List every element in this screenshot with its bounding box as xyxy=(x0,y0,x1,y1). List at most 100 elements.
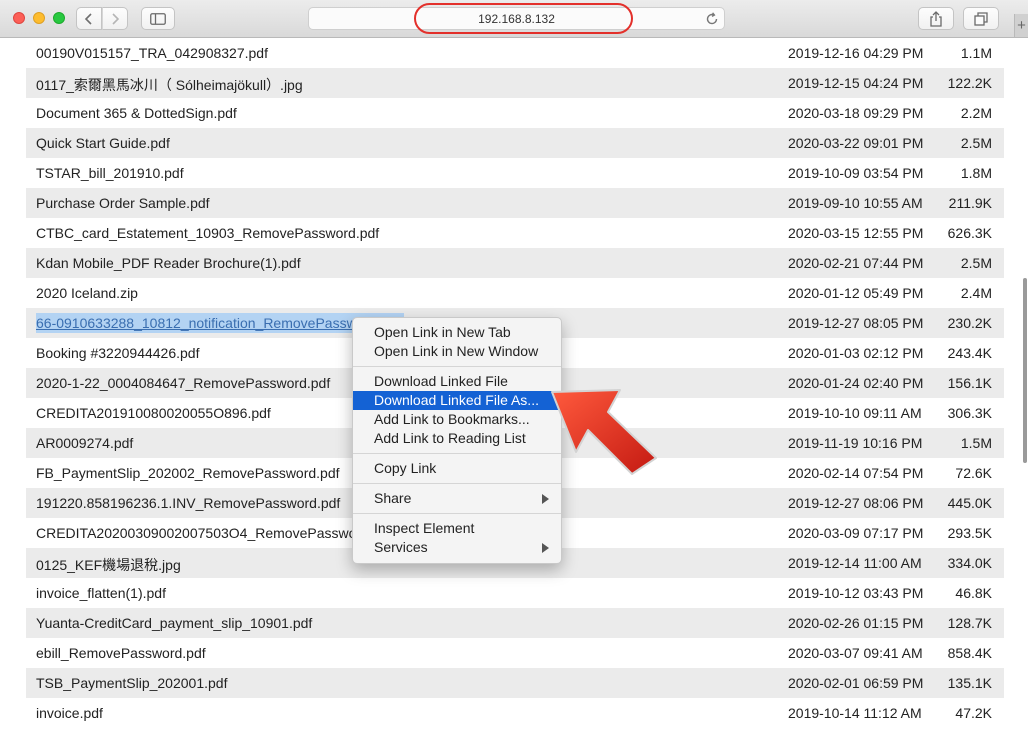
table-row: invoice.pdf 2019-10-14 11:12 AM 47.2K xyxy=(26,698,1004,728)
file-size: 1.1M xyxy=(960,45,992,61)
file-name-link[interactable]: CREDITA20200309002007503O4_RemovePasswor… xyxy=(36,525,392,541)
menu-item[interactable]: Open Link in New Tab xyxy=(353,323,561,342)
file-name-link[interactable]: TSB_PaymentSlip_202001.pdf xyxy=(36,675,227,691)
file-date: 2020-02-26 01:15 PM xyxy=(788,615,924,631)
close-window-button[interactable] xyxy=(13,12,25,24)
file-size: 72.6K xyxy=(955,465,992,481)
share-button[interactable] xyxy=(918,7,954,30)
file-size: 306.3K xyxy=(947,405,992,421)
file-date: 2019-11-19 10:16 PM xyxy=(788,435,923,451)
file-size: 1.8M xyxy=(960,165,992,181)
file-date: 2020-02-01 06:59 PM xyxy=(788,675,924,691)
menu-item[interactable]: Download Linked File As... xyxy=(353,391,561,410)
tabs-overview-icon xyxy=(974,11,988,26)
file-name-link[interactable]: 00190V015157_TRA_042908327.pdf xyxy=(36,45,268,61)
menu-item-label: Download Linked File As... xyxy=(374,392,539,408)
file-size: 2.4M xyxy=(960,285,992,301)
menu-item-label: Download Linked File xyxy=(374,373,508,389)
table-row: Purchase Order Sample.pdf 2019-09-10 10:… xyxy=(26,188,1004,218)
new-tab-button[interactable]: + xyxy=(1014,14,1028,37)
file-size: 211.9K xyxy=(948,195,992,211)
menu-separator xyxy=(353,513,561,514)
plus-icon: + xyxy=(1017,17,1026,34)
menu-separator xyxy=(353,453,561,454)
zoom-window-button[interactable] xyxy=(53,12,65,24)
file-name-link[interactable]: Quick Start Guide.pdf xyxy=(36,135,170,151)
file-date: 2019-12-27 08:05 PM xyxy=(788,315,924,331)
menu-item-label: Add Link to Reading List xyxy=(374,430,526,446)
table-row: 0117_索爾黑馬冰川（ Sólheimajökull）.jpg 2019-12… xyxy=(26,68,1004,98)
file-name-link[interactable]: AR0009274.pdf xyxy=(36,435,133,451)
menu-item-label: Share xyxy=(374,490,412,506)
file-size: 243.4K xyxy=(947,345,992,361)
file-name-link[interactable]: ebill_RemovePassword.pdf xyxy=(36,645,206,661)
file-name-link[interactable]: 0117_索爾黑馬冰川（ Sólheimajökull）.jpg xyxy=(36,75,303,95)
sidebar-toggle-button[interactable] xyxy=(141,7,175,30)
file-date: 2019-10-14 11:12 AM xyxy=(788,705,922,721)
file-date: 2020-03-15 12:55 PM xyxy=(788,225,924,241)
menu-item-label: Inspect Element xyxy=(374,520,475,536)
file-name-link[interactable]: invoice_flatten(1).pdf xyxy=(36,585,166,601)
file-size: 230.2K xyxy=(947,315,992,331)
table-row: 2020 Iceland.zip 2020-01-12 05:49 PM 2.4… xyxy=(26,278,1004,308)
file-size: 626.3K xyxy=(947,225,992,241)
menu-item-label: Services xyxy=(374,539,428,555)
tab-overview-button[interactable] xyxy=(963,7,999,30)
reload-icon[interactable] xyxy=(704,11,720,27)
menu-item[interactable]: Add Link to Reading List xyxy=(353,429,561,448)
file-size: 47.2K xyxy=(955,705,992,721)
file-date: 2020-03-18 09:29 PM xyxy=(788,105,924,121)
annotation-arrow-icon xyxy=(551,389,657,475)
file-name-link[interactable]: Purchase Order Sample.pdf xyxy=(36,195,210,211)
context-menu: Open Link in New Tab Open Link in New Win… xyxy=(352,317,562,564)
scrollbar-thumb[interactable] xyxy=(1023,278,1027,463)
file-name-link[interactable]: CTBC_card_Estatement_10903_RemovePasswor… xyxy=(36,225,379,241)
file-size: 156.1K xyxy=(947,375,992,391)
menu-item-label: Add Link to Bookmarks... xyxy=(374,411,530,427)
file-name-link[interactable]: 191220.858196236.1.INV_RemovePassword.pd… xyxy=(36,495,340,511)
menu-separator xyxy=(353,483,561,484)
file-name-link[interactable]: 0125_KEF機場退稅.jpg xyxy=(36,555,181,575)
file-name-link[interactable]: Document 365 & DottedSign.pdf xyxy=(36,105,237,121)
menu-item[interactable]: Inspect Element xyxy=(353,519,561,538)
file-name-link[interactable]: 2020 Iceland.zip xyxy=(36,285,138,301)
file-date: 2019-09-10 10:55 AM xyxy=(788,195,923,211)
file-date: 2020-03-07 09:41 AM xyxy=(788,645,923,661)
menu-item[interactable]: Services xyxy=(353,538,561,557)
menu-item[interactable]: Add Link to Bookmarks... xyxy=(353,410,561,429)
file-name-link[interactable]: Kdan Mobile_PDF Reader Brochure(1).pdf xyxy=(36,255,301,271)
chevron-left-icon xyxy=(84,12,92,25)
menu-item[interactable]: Share xyxy=(353,489,561,508)
file-size: 445.0K xyxy=(947,495,992,511)
file-size: 122.2K xyxy=(947,75,992,91)
file-name-link[interactable]: Booking #3220944426.pdf xyxy=(36,345,199,361)
file-name-link[interactable]: FB_PaymentSlip_202002_RemovePassword.pdf xyxy=(36,465,340,481)
menu-item-label: Open Link in New Window xyxy=(374,343,539,359)
file-name-link[interactable]: CREDITA201910080020055O896.pdf xyxy=(36,405,271,421)
file-size: 2.5M xyxy=(960,135,992,151)
menu-item[interactable]: Open Link in New Window xyxy=(353,342,561,361)
file-name-link[interactable]: invoice.pdf xyxy=(36,705,103,721)
file-size: 135.1K xyxy=(947,675,992,691)
file-size: 1.5M xyxy=(960,435,992,451)
table-row: Document 365 & DottedSign.pdf 2020-03-18… xyxy=(26,98,1004,128)
sidebar-icon xyxy=(150,12,166,25)
minimize-window-button[interactable] xyxy=(33,12,45,24)
file-name-link[interactable]: TSTAR_bill_201910.pdf xyxy=(36,165,184,181)
menu-item[interactable]: Copy Link xyxy=(353,459,561,478)
file-name-link[interactable]: 2020-1-22_0004084647_RemovePassword.pdf xyxy=(36,375,330,391)
file-date: 2020-01-12 05:49 PM xyxy=(788,285,924,301)
table-row: TSB_PaymentSlip_202001.pdf 2020-02-01 06… xyxy=(26,668,1004,698)
back-button[interactable] xyxy=(76,7,102,30)
file-name-link[interactable]: 66-0910633288_10812_notification_RemoveP… xyxy=(36,313,405,333)
file-name-link[interactable]: Yuanta-CreditCard_payment_slip_10901.pdf xyxy=(36,615,312,631)
table-row: ebill_RemovePassword.pdf 2020-03-07 09:4… xyxy=(26,638,1004,668)
menu-item-label: Copy Link xyxy=(374,460,437,476)
file-size: 334.0K xyxy=(947,555,992,571)
file-date: 2020-02-21 07:44 PM xyxy=(788,255,924,271)
submenu-arrow-icon xyxy=(542,494,549,504)
file-date: 2019-12-14 11:00 AM xyxy=(788,555,922,571)
forward-button[interactable] xyxy=(102,7,128,30)
menu-item[interactable]: Download Linked File xyxy=(353,372,561,391)
file-date: 2020-02-14 07:54 PM xyxy=(788,465,924,481)
